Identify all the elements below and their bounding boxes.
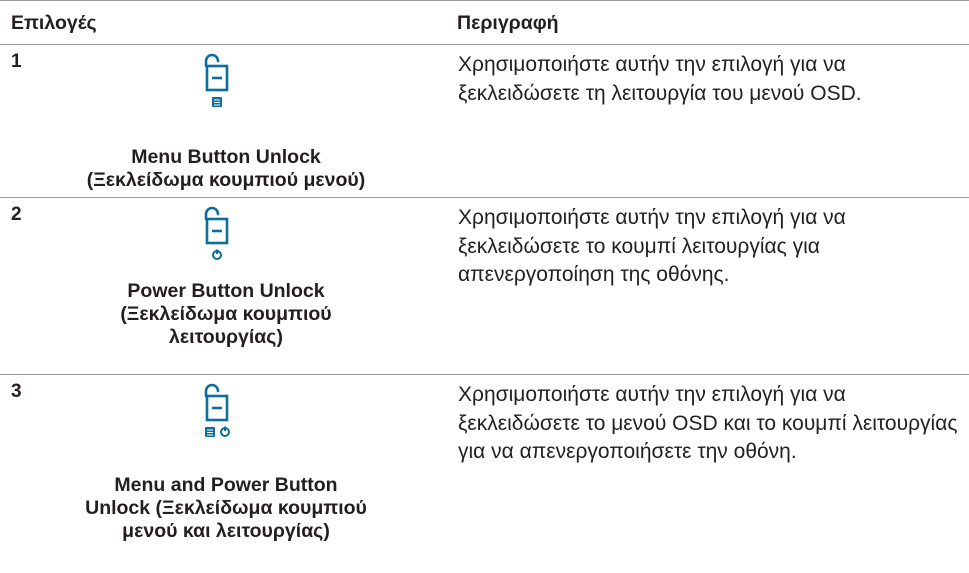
- option-cell: 1 Menu Button Unlock (Ξεκλείδωμα κουμπιο…: [0, 45, 452, 198]
- option-number: 2: [11, 204, 22, 226]
- option-name: Menu Button Unlock (Ξεκλείδωμα κουμπιού …: [0, 146, 452, 192]
- option-number: 3: [11, 381, 22, 403]
- option-description: Χρησιμοποιήστε αυτήν την επιλογή για να …: [452, 198, 969, 375]
- unlock-menu-icon: [202, 53, 236, 109]
- unlock-menu-power-icon: [200, 383, 238, 439]
- option-name-line: (Ξεκλείδωμα κουμπιού: [0, 303, 452, 326]
- option-name: Menu and Power Button Unlock (Ξεκλείδωμα…: [0, 474, 452, 543]
- option-name: Power Button Unlock (Ξεκλείδωμα κουμπιού…: [0, 280, 452, 349]
- table-row: 3 Menu and Power Button Unlock (Ξεκλείδω…: [0, 375, 969, 573]
- option-description: Χρησιμοποιήστε αυτήν την επιλογή για να …: [452, 375, 969, 573]
- option-cell: 2 Power Button Unlock (Ξεκλείδωμα κουμπι…: [0, 198, 452, 375]
- unlock-power-icon: [202, 206, 236, 262]
- option-name-line: μενού και λειτουργίας): [0, 520, 452, 543]
- option-name-line: λειτουργίας): [0, 326, 452, 349]
- option-name-line: (Ξεκλείδωμα κουμπιού μενού): [0, 169, 452, 192]
- option-number: 1: [11, 51, 22, 73]
- options-table: Επιλογές Περιγραφή 1 Menu Button Unlock: [0, 0, 969, 573]
- header-description: Περιγραφή: [452, 1, 969, 45]
- table-row: 1 Menu Button Unlock (Ξεκλείδωμα κουμπιο…: [0, 45, 969, 198]
- option-name-line: Menu Button Unlock: [0, 146, 452, 169]
- option-cell: 3 Menu and Power Button Unlock (Ξεκλείδω…: [0, 375, 452, 573]
- option-name-line: Menu and Power Button: [0, 474, 452, 497]
- option-description: Χρησιμοποιήστε αυτήν την επιλογή για να …: [452, 45, 969, 198]
- table-header-row: Επιλογές Περιγραφή: [0, 1, 969, 45]
- header-options: Επιλογές: [0, 1, 452, 45]
- table-row: 2 Power Button Unlock (Ξεκλείδωμα κουμπι…: [0, 198, 969, 375]
- option-name-line: Power Button Unlock: [0, 280, 452, 303]
- option-name-line: Unlock (Ξεκλείδωμα κουμπιού: [0, 497, 452, 520]
